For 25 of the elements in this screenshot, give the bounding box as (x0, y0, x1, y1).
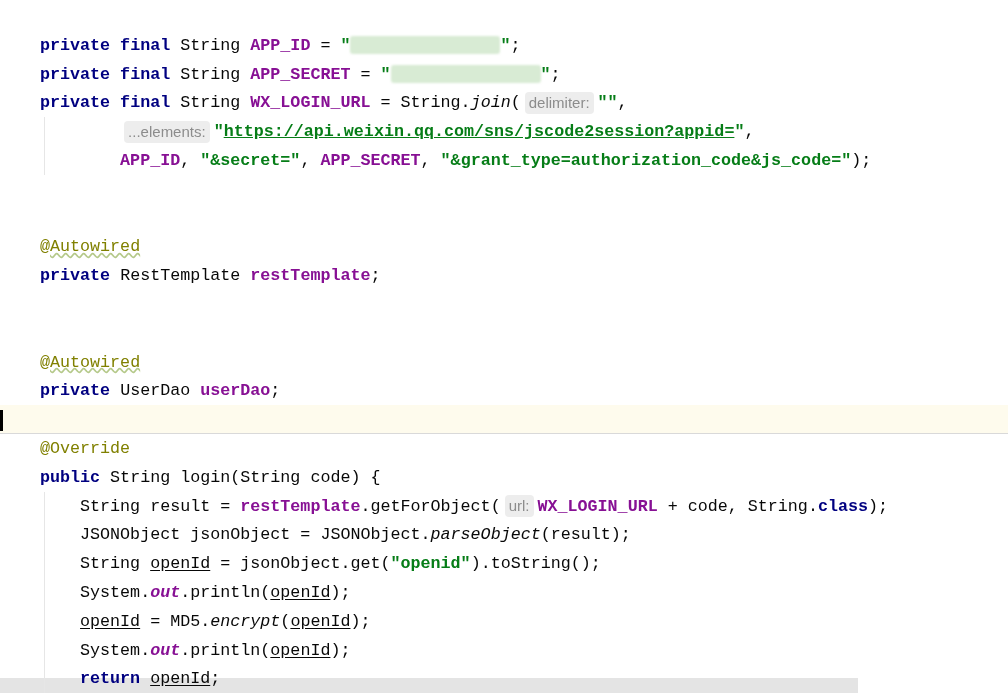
code-text: openId = MD5.encrypt(openId); (80, 610, 371, 633)
code-text: @Override (40, 438, 131, 461)
code-text: public String login(String code) { (40, 466, 381, 489)
code-text: "; (500, 34, 521, 57)
code-text: JSONObject jsonObject = JSONObject.parseObject(result); (80, 524, 631, 547)
code-text: private final String APP_ID = " (40, 34, 351, 57)
code-text: @Autowired (40, 236, 141, 259)
code-text: private UserDao userDao; (40, 380, 281, 403)
code-text: System.out.println(openId); (80, 639, 351, 662)
inlay-hint: url: (504, 495, 534, 518)
code-text: "; (540, 63, 561, 86)
inlay-hint: delimiter: (524, 92, 594, 114)
code-text: WX_LOGIN_URL + code, String.class); (537, 495, 888, 518)
code-text: private final String APP_SECRET = " (40, 63, 391, 86)
code-text: return openId; (80, 668, 221, 691)
code-text: private RestTemplate restTemplate; (40, 265, 381, 288)
code-text: String openId = jsonObject.get("openid").toString(); (80, 553, 601, 576)
code-text: "", (597, 92, 628, 115)
code-text: String result = restTemplate.getForObject( (80, 495, 501, 518)
inlay-hint: ...elements: (124, 120, 210, 143)
code-text: private final String WX_LOGIN_URL = String.join( (40, 92, 521, 115)
code-text: System.out.println(openId); (80, 582, 351, 604)
code-text: "https://api.weixin.qq.com/sns/jscode2session?appid=", (213, 121, 755, 144)
code-text: APP_ID, "&secret=", APP_SECRET, "&grant_type=authorization_code&js_code="); (120, 150, 872, 173)
code-text: @Autowired (40, 351, 141, 374)
